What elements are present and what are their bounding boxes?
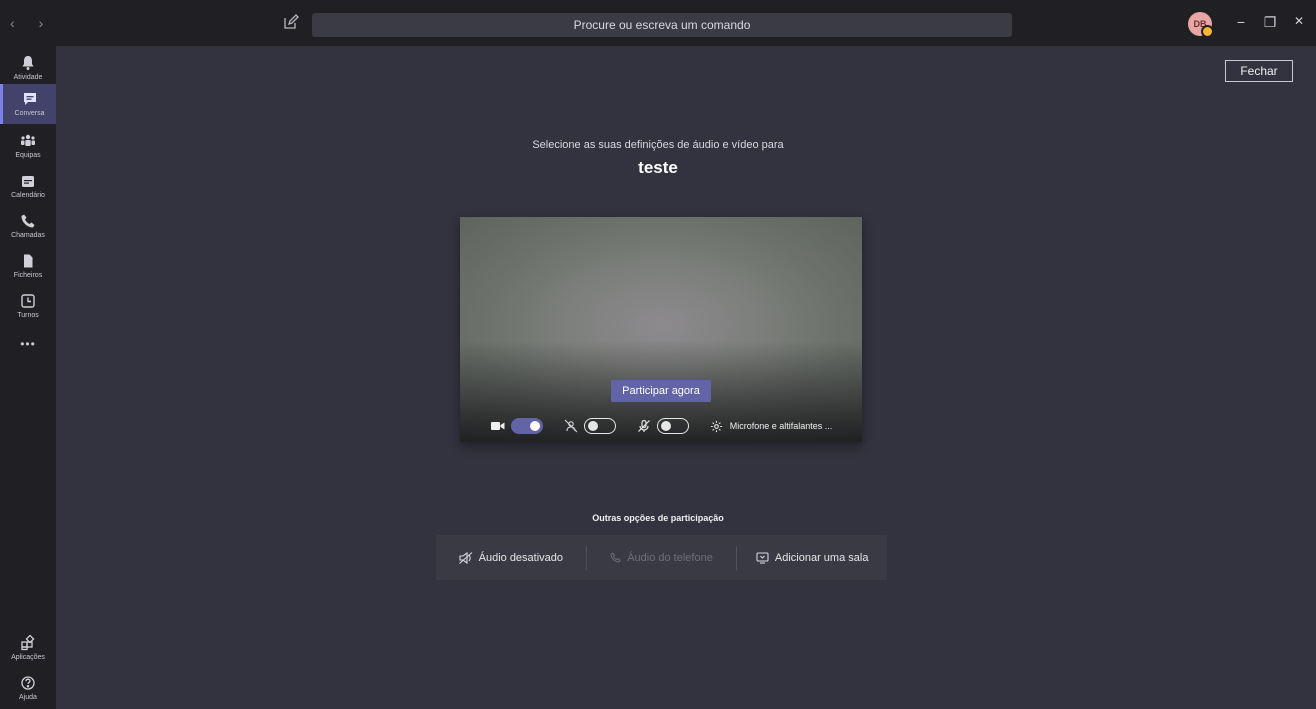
rail-item-atividade[interactable]: Atividade (0, 48, 56, 88)
device-settings-label: Microfone e altifalantes ... (729, 421, 833, 431)
compose-icon[interactable] (282, 13, 300, 31)
close-window-button[interactable]: ✕ (1290, 14, 1308, 28)
phone-icon (21, 214, 35, 228)
other-options-title: Outras opções de participação (592, 513, 724, 523)
rail-label: Aplicações (11, 654, 45, 661)
meeting-title: teste (638, 158, 678, 177)
more-apps-button[interactable]: ••• (0, 324, 56, 364)
file-icon (24, 254, 33, 268)
help-icon (21, 676, 35, 690)
camera-toggle[interactable] (510, 418, 543, 434)
audio-off-option[interactable]: Áudio desativado (436, 551, 586, 564)
add-room-option[interactable]: Adicionar uma sala (737, 552, 887, 564)
toggle-knob (660, 420, 671, 431)
rail-item-ficheiros[interactable]: Ficheiros (0, 246, 56, 286)
title-bar: ‹ › Procure ou escreva um comando DB − ❐… (0, 0, 1316, 46)
maximize-button[interactable]: ❐ (1261, 14, 1279, 31)
rail-label: Ajuda (19, 694, 37, 701)
rail-item-ajuda[interactable]: Ajuda (0, 668, 56, 708)
video-preview: Participar agora Microfone e altifalante… (460, 217, 862, 442)
phone-audio-option[interactable]: Áudio do telefone (587, 552, 737, 564)
rail-item-aplicacoes[interactable]: Aplicações (0, 628, 56, 668)
room-icon (756, 551, 769, 564)
mic-off-icon (636, 418, 652, 434)
rail-label: Calendário (11, 192, 45, 199)
rail-item-turnos[interactable]: Turnos (0, 286, 56, 326)
search-input[interactable]: Procure ou escreva um comando (312, 13, 1012, 37)
camera-control (490, 418, 543, 434)
device-controls: Microfone e altifalantes ... (460, 415, 862, 437)
more-icon: ••• (20, 337, 36, 351)
back-arrow-icon[interactable]: ‹ (10, 15, 25, 31)
close-button[interactable]: Fechar (1225, 60, 1293, 82)
add-room-label: Adicionar uma sala (774, 551, 869, 564)
forward-arrow-icon[interactable]: › (39, 15, 54, 31)
toggle-knob (529, 421, 540, 431)
rail-item-conversa[interactable]: Conversa (0, 84, 56, 124)
mic-control (636, 418, 689, 434)
rail-label: Atividade (13, 74, 43, 81)
rail-label: Turnos (17, 312, 39, 319)
device-settings[interactable]: Microfone e altifalantes ... (709, 418, 833, 434)
phone-icon (610, 552, 621, 563)
other-join-options: Áudio desativado Áudio do telefone Adici… (436, 535, 887, 580)
prejoin-subtitle: Selecione as suas definições de áudio e … (532, 139, 784, 151)
rail-label: Chamadas (11, 232, 45, 239)
bell-icon (22, 56, 34, 70)
rail-label: Ficheiros (13, 272, 43, 279)
chat-icon (23, 93, 36, 105)
status-badge (1201, 25, 1214, 38)
blur-control (563, 418, 616, 434)
background-blur-icon (563, 418, 579, 434)
apps-icon (21, 635, 35, 651)
camera-icon (490, 418, 506, 434)
background-blur-toggle[interactable] (583, 418, 616, 434)
toggle-knob (587, 420, 598, 431)
minimize-button[interactable]: − (1232, 14, 1250, 30)
nav-arrows: ‹ › (10, 15, 53, 31)
search-placeholder: Procure ou escreva um comando (573, 18, 751, 32)
speaker-off-icon (458, 551, 472, 564)
rail-item-chamadas[interactable]: Chamadas (0, 206, 56, 246)
join-now-button[interactable]: Participar agora (611, 380, 711, 402)
gear-icon (709, 418, 725, 434)
microphone-toggle[interactable] (656, 418, 689, 434)
rail-label: Conversa (14, 110, 45, 117)
phone-audio-label: Áudio do telefone (627, 551, 713, 564)
audio-off-label: Áudio desativado (478, 551, 564, 564)
avatar[interactable]: DB (1188, 12, 1214, 38)
clock-icon (21, 294, 35, 308)
